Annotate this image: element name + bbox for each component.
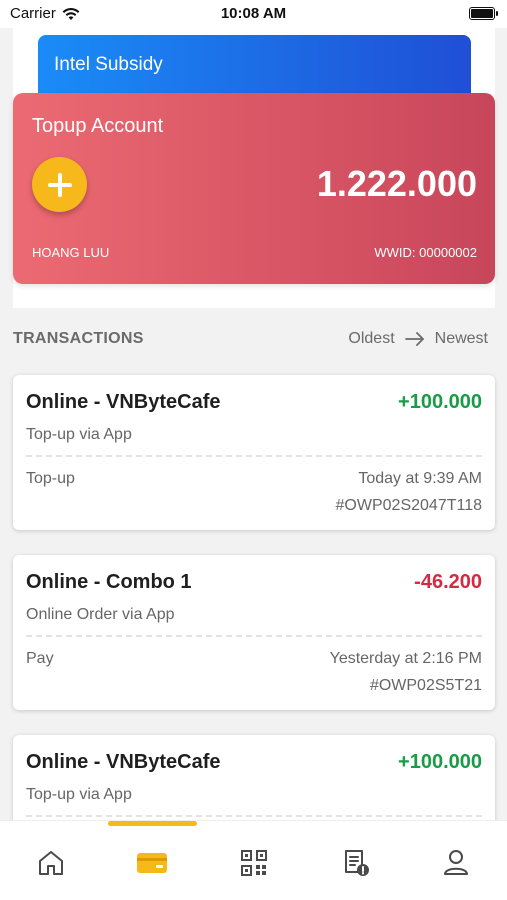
tab-qr[interactable]	[234, 843, 274, 883]
sort-toggle[interactable]: Oldest Newest	[348, 330, 488, 348]
transaction-name: Online - Combo 1	[26, 571, 192, 593]
topup-add-button[interactable]	[32, 157, 87, 212]
transactions-header: TRANSACTIONS Oldest Newest	[13, 330, 488, 350]
transaction-name: Online - VNByteCafe	[26, 391, 221, 413]
active-tab-indicator	[108, 821, 197, 826]
tab-receipt[interactable]	[336, 843, 376, 883]
transaction-card[interactable]: Online - Combo 1 -46.200 Online Order vi…	[13, 555, 495, 710]
transaction-subtitle: Online Order via App	[26, 606, 175, 623]
home-icon	[39, 851, 63, 875]
arrow-right-icon	[404, 332, 424, 346]
transaction-type: Pay	[26, 650, 54, 667]
transaction-name: Online - VNByteCafe	[26, 751, 221, 773]
transactions-title: TRANSACTIONS	[13, 330, 144, 347]
transaction-type: Top-up	[26, 470, 75, 487]
account-balance: 1.222.000	[316, 163, 477, 204]
transaction-reference: #OWP02S5T21	[369, 677, 482, 694]
transaction-amount: +100.000	[398, 391, 482, 413]
dashed-divider	[26, 635, 482, 637]
wallet-card-icon	[137, 853, 167, 873]
receipt-icon	[345, 850, 369, 876]
transaction-amount: -46.200	[414, 571, 482, 593]
tab-home[interactable]	[31, 843, 71, 883]
topup-card-title: Topup Account	[32, 115, 164, 137]
transaction-reference: #OWP02S2047T118	[335, 497, 482, 514]
subsidy-card-title: Intel Subsidy	[54, 54, 163, 75]
transaction-subtitle: Top-up via App	[26, 426, 132, 443]
transaction-card[interactable]: Online - VNByteCafe +100.000 Top-up via …	[13, 375, 495, 530]
battery-icon	[469, 7, 498, 20]
topup-account-card[interactable]: Topup Account 1.222.000 HOANG LUU WWID: …	[13, 93, 495, 284]
transaction-time: Today at 9:39 AM	[358, 470, 482, 487]
status-bar: Carrier 10:08 AM	[0, 0, 507, 28]
transaction-subtitle: Top-up via App	[26, 786, 132, 803]
plus-icon	[47, 172, 72, 197]
dashed-divider	[26, 455, 482, 457]
transaction-time: Yesterday at 2:16 PM	[329, 650, 482, 667]
tab-profile[interactable]	[436, 843, 476, 883]
profile-icon	[444, 850, 468, 875]
status-time: 10:08 AM	[220, 5, 287, 22]
card-holder-name: HOANG LUU	[32, 245, 110, 260]
sort-from-label: Oldest	[348, 330, 395, 347]
bottom-tab-bar	[0, 820, 507, 900]
sort-to-label: Newest	[434, 330, 488, 347]
card-wwid: WWID: 00000002	[374, 245, 477, 260]
qr-code-icon	[241, 850, 267, 876]
transaction-amount: +100.000	[398, 751, 482, 773]
dashed-divider	[26, 815, 482, 817]
tab-wallet[interactable]	[132, 843, 172, 883]
